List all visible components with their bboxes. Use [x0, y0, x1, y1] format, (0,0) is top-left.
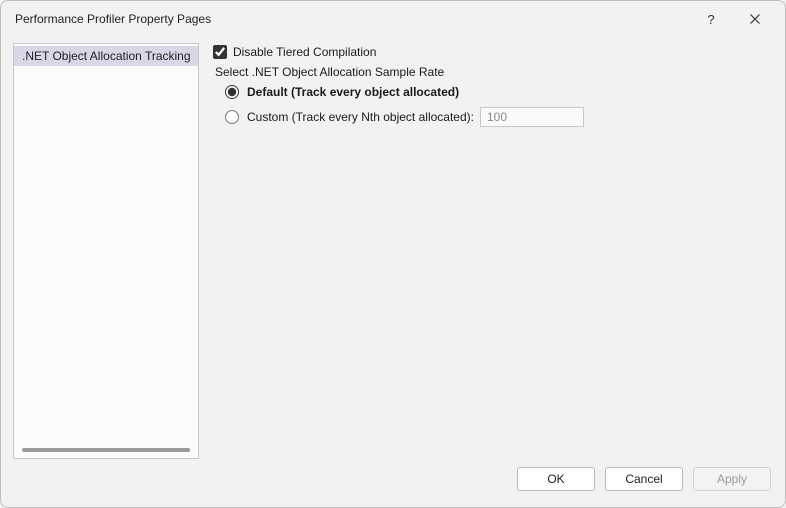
- window-title: Performance Profiler Property Pages: [15, 12, 689, 26]
- radio-default-row: Default (Track every object allocated): [225, 85, 773, 99]
- radio-default-label[interactable]: Default (Track every object allocated): [247, 85, 459, 99]
- radio-default[interactable]: [225, 85, 239, 99]
- sidebar-item-label: .NET Object Allocation Tracking: [22, 49, 191, 63]
- title-bar: Performance Profiler Property Pages ?: [1, 1, 785, 37]
- dialog-body: .NET Object Allocation Tracking Disable …: [1, 37, 785, 459]
- radio-custom-label[interactable]: Custom (Track every Nth object allocated…: [247, 110, 474, 124]
- dialog-footer: OK Cancel Apply: [1, 459, 785, 507]
- property-pages-dialog: Performance Profiler Property Pages ? .N…: [0, 0, 786, 508]
- sidebar-item-allocation-tracking[interactable]: .NET Object Allocation Tracking: [14, 46, 198, 66]
- ok-button[interactable]: OK: [517, 467, 595, 491]
- sidebar-horizontal-scrollbar[interactable]: [22, 448, 190, 452]
- disable-tiered-label[interactable]: Disable Tiered Compilation: [233, 45, 376, 59]
- radio-custom-row: Custom (Track every Nth object allocated…: [225, 107, 773, 127]
- close-icon: [750, 14, 760, 24]
- help-button[interactable]: ?: [689, 4, 733, 34]
- category-sidebar[interactable]: .NET Object Allocation Tracking: [13, 43, 199, 459]
- settings-panel: Disable Tiered Compilation Select .NET O…: [213, 43, 773, 459]
- disable-tiered-row: Disable Tiered Compilation: [213, 45, 773, 59]
- disable-tiered-checkbox[interactable]: [213, 45, 227, 59]
- custom-n-input[interactable]: [480, 107, 584, 127]
- close-button[interactable]: [733, 4, 777, 34]
- radio-custom[interactable]: [225, 110, 239, 124]
- cancel-button[interactable]: Cancel: [605, 467, 683, 491]
- help-icon: ?: [707, 12, 714, 27]
- apply-button[interactable]: Apply: [693, 467, 771, 491]
- sample-rate-section-label: Select .NET Object Allocation Sample Rat…: [215, 65, 773, 79]
